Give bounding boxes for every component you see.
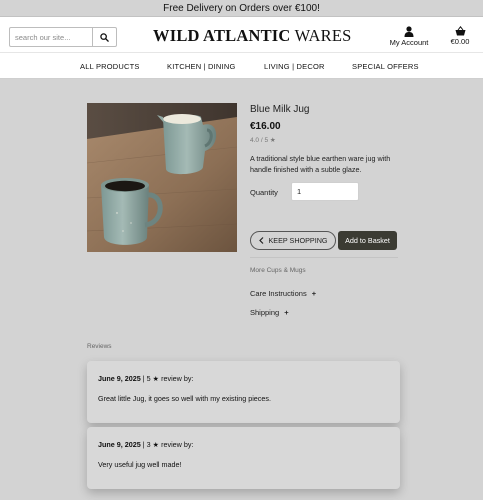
care-instructions-label: Care Instructions [250,289,307,298]
review-header: June 9, 2025 | 3 ★ review by: [98,440,194,449]
main-nav: ALL PRODUCTS KITCHEN | DINING LIVING | D… [0,52,483,79]
promo-banner-text: Free Delivery on Orders over €100! [163,3,320,14]
cart-link[interactable]: €0.00 [446,26,474,46]
review-card: June 9, 2025 | 5 ★ review by: Great litt… [87,361,400,423]
logo-light-text: WARES [294,26,352,45]
review-rating: 3 [146,440,151,449]
review-date: June 9, 2025 [98,374,141,383]
product-image [87,103,237,252]
search-form [9,27,117,47]
account-link[interactable]: My Account [386,26,432,47]
review-card: June 9, 2025 | 3 ★ review by: Very usefu… [87,427,400,489]
basket-icon [455,26,465,36]
logo-bold-text: WILD ATLANTIC [153,26,291,45]
review-date: June 9, 2025 [98,440,141,449]
more-cups-mugs-link[interactable]: More Cups & Mugs [250,267,306,274]
product-price: €16.00 [250,121,281,132]
site-header: WILD ATLANTIC WARES My Account €0.00 [0,17,483,52]
account-label: My Account [389,38,429,47]
divider [250,257,398,258]
nav-item-all-products[interactable]: ALL PRODUCTS [80,62,140,71]
reviews-heading: Reviews [87,343,112,350]
site-logo[interactable]: WILD ATLANTIC WARES [153,26,352,46]
search-input[interactable] [10,28,92,46]
shipping-label: Shipping [250,308,280,317]
star-icon: ★ [152,374,160,383]
cart-total: €0.00 [450,37,470,46]
product-title: Blue Milk Jug [250,104,310,115]
review-rating: 5 [146,374,151,383]
quantity-input[interactable] [291,182,359,201]
product-description: A traditional style blue earthen ware ju… [250,154,391,174]
star-icon: ★ [152,440,160,449]
review-by-label: review by: [161,440,194,449]
review-text: Great little Jug, it goes so well with m… [98,394,271,403]
product-rating-value: 4.0 / 5 [250,137,269,144]
search-icon [100,32,109,42]
plus-icon: + [284,308,289,317]
keep-shopping-button[interactable]: KEEP SHOPPING [250,231,336,250]
shipping-toggle[interactable]: Shipping + [250,308,289,317]
add-to-basket-button[interactable]: Add to Basket [338,231,397,250]
product-rating: 4.0 / 5 ★ [250,136,276,144]
plus-icon: + [311,289,317,298]
keep-shopping-label: KEEP SHOPPING [268,236,328,245]
promo-banner: Free Delivery on Orders over €100! [0,0,483,17]
review-text: Very useful jug well made! [98,460,182,469]
quantity-label: Quantity [250,188,278,197]
care-instructions-toggle[interactable]: Care Instructions + [250,289,316,298]
search-button[interactable] [92,28,116,46]
nav-item-kitchen-dining[interactable]: KITCHEN | DINING [167,62,235,71]
user-icon [404,26,414,37]
chevron-left-icon [258,237,263,244]
nav-item-special-offers[interactable]: SPECIAL OFFERS [352,62,419,71]
review-by-label: review by: [161,374,194,383]
nav-item-living-decor[interactable]: LIVING | DECOR [264,62,325,71]
star-icon: ★ [269,137,276,144]
review-header: June 9, 2025 | 5 ★ review by: [98,374,194,383]
